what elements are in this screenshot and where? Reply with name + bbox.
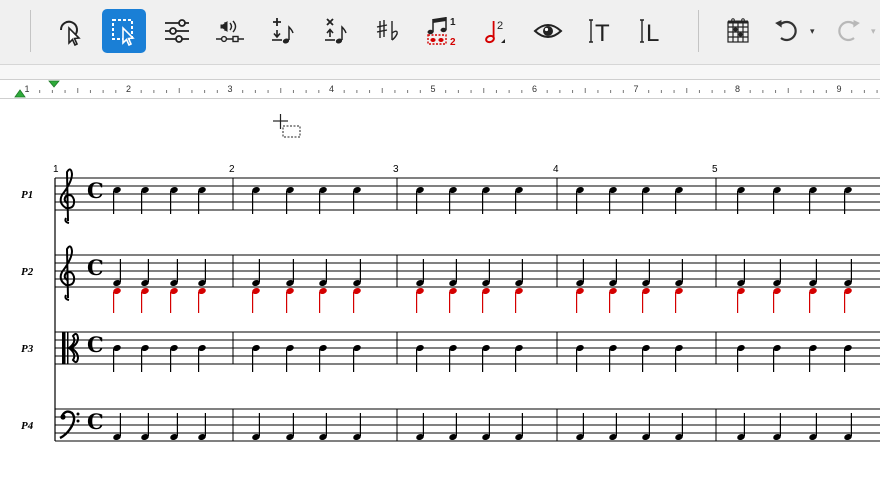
- measure-number: 5: [712, 164, 718, 175]
- view-button[interactable]: [526, 9, 570, 53]
- marquee-box: [282, 125, 301, 138]
- ruler-label: 4: [329, 84, 334, 94]
- ruler-label: 3: [227, 84, 232, 94]
- bass-clef-icon: [60, 414, 66, 420]
- text-tool-letter: T: [595, 20, 610, 46]
- alto-clef-icon: [67, 332, 69, 364]
- time-signature: C: [87, 178, 104, 203]
- ruler-label: 5: [430, 84, 435, 94]
- ruler-label: 2: [126, 84, 131, 94]
- redo-dropdown-arrow[interactable]: ▾: [871, 26, 876, 37]
- time-signature: C: [87, 332, 104, 357]
- toolbar-separator: [698, 10, 699, 52]
- staff-p4: P4 C: [21, 408, 880, 442]
- add-note-button[interactable]: [261, 9, 305, 53]
- lasso-select-button[interactable]: [48, 9, 92, 53]
- toolbar: 1 2 2 T L ▾ ▾: [0, 0, 880, 65]
- measure-number: 3: [393, 164, 399, 175]
- staff-p3: P3 C: [21, 331, 880, 372]
- staff-p2: P2 C: [21, 245, 880, 313]
- voice-2-digit: 2: [450, 37, 456, 47]
- ruler-label: 6: [532, 84, 537, 94]
- measure-number: 4: [553, 164, 559, 175]
- lyrics-tool-letter: L: [646, 20, 659, 46]
- bass-clef-icon: [76, 419, 80, 423]
- time-signature: C: [87, 409, 104, 434]
- speaker-track-icon: [216, 20, 244, 43]
- time-signature: C: [87, 255, 104, 280]
- delete-note-icon: [325, 18, 347, 44]
- ruler[interactable]: 1 2 3 4 5 6 7 8 9: [0, 79, 880, 99]
- staff-label: P3: [21, 343, 34, 355]
- marquee-select-button[interactable]: [102, 9, 146, 53]
- staff-p1: P1 C: [21, 168, 880, 224]
- text-cursor-icon: T: [589, 19, 610, 46]
- bass-clef-icon: [76, 412, 80, 416]
- ruler-label: 8: [735, 84, 740, 94]
- undo-icon: [775, 20, 797, 42]
- measure-number: 1: [53, 164, 59, 175]
- tuplet-voices-button[interactable]: 1 2: [420, 9, 464, 53]
- treble-clef-icon: [59, 245, 76, 301]
- chord-grid-icon: [727, 18, 749, 43]
- half-note-icon: 2: [485, 20, 505, 44]
- lasso-cursor-icon: [59, 20, 81, 46]
- ruler-label: 9: [836, 84, 841, 94]
- chord-diagram-button[interactable]: [716, 9, 760, 53]
- delete-note-button[interactable]: [314, 9, 358, 53]
- sharp-flat-icon: [376, 20, 398, 41]
- score-view[interactable]: 1 2 3 4 5 P1 C P2 C P3 C P4 C: [0, 98, 880, 490]
- treble-clef-icon: [59, 168, 76, 224]
- measure-number: 2: [229, 164, 235, 175]
- lyrics-insert-button[interactable]: L: [630, 9, 674, 53]
- duration-digit: 2: [497, 20, 503, 32]
- voice-1-digit: 1: [450, 17, 456, 28]
- undo-button[interactable]: [765, 9, 809, 53]
- staff-label: P2: [21, 266, 34, 278]
- staff-label: P4: [21, 420, 34, 432]
- toolbar-spacer: [0, 65, 880, 79]
- marquee-cursor-icon: [112, 19, 135, 46]
- alto-clef-icon: [62, 332, 66, 364]
- lyrics-cursor-icon: L: [640, 19, 659, 46]
- redo-button[interactable]: [826, 9, 870, 53]
- playback-button[interactable]: [208, 9, 252, 53]
- sliders-icon: [165, 19, 189, 43]
- score-canvas: 1 2 3 4 5 P1 C P2 C P3 C P4 C: [21, 114, 880, 442]
- redo-icon: [838, 20, 860, 42]
- ruler-label: 1: [24, 84, 29, 94]
- crosshair-cursor-icon: [273, 114, 301, 138]
- ruler-scale: 1 2 3 4 5 6 7 8 9: [14, 80, 878, 98]
- ruler-label: 7: [633, 84, 638, 94]
- add-note-icon: [272, 18, 294, 44]
- mixer-button[interactable]: [155, 9, 199, 53]
- voices-icon: 1 2: [427, 17, 456, 47]
- accidentals-button[interactable]: [367, 9, 411, 53]
- eye-icon: [533, 24, 563, 38]
- note-duration-button[interactable]: 2: [473, 9, 517, 53]
- first-line-indent-marker: [48, 80, 60, 88]
- text-insert-button[interactable]: T: [579, 9, 623, 53]
- toolbar-separator: [30, 10, 31, 52]
- staff-label: P1: [21, 189, 33, 201]
- undo-dropdown-arrow[interactable]: ▾: [810, 26, 815, 37]
